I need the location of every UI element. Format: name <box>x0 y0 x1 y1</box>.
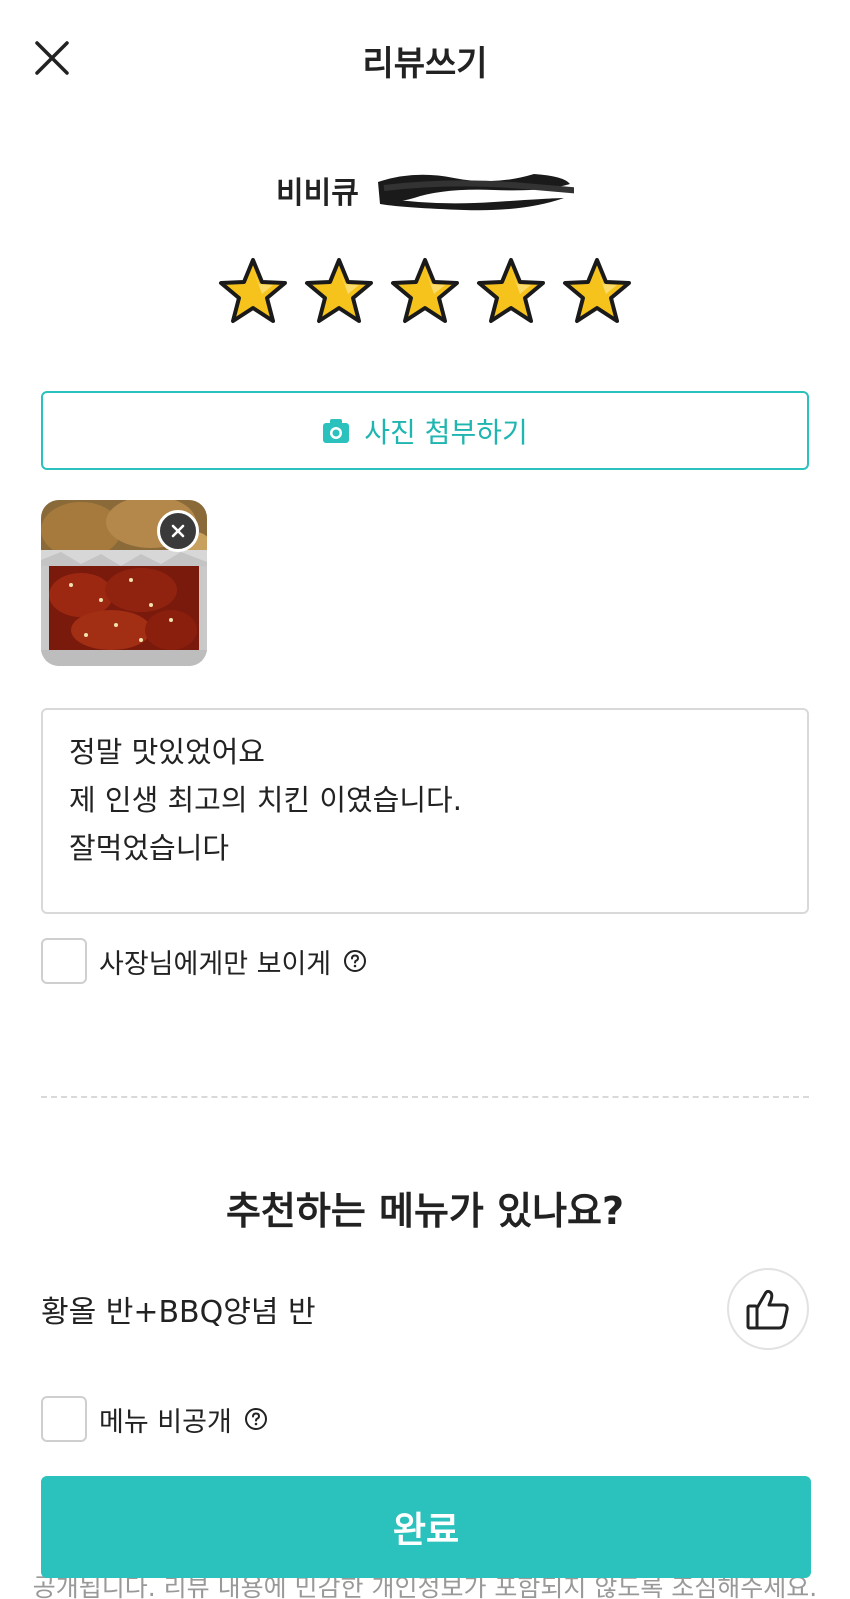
attach-photo-button[interactable]: 사진 첨부하기 <box>41 391 809 470</box>
review-line: 정말 맛있었어요 <box>69 735 265 769</box>
store-name-row: 비비큐 <box>0 168 850 228</box>
owner-only-option: 사장님에게만 보이게 <box>41 938 367 984</box>
page-title: 리뷰쓰기 <box>362 44 488 84</box>
review-line: 제 인생 최고의 치킨 이였습니다. <box>69 783 462 817</box>
submit-label: 완료 <box>392 1510 460 1551</box>
menu-private-checkbox[interactable] <box>41 1396 87 1442</box>
close-circle-icon <box>171 524 185 538</box>
help-icon[interactable] <box>244 1407 268 1431</box>
camera-icon <box>323 418 350 443</box>
star-5-icon[interactable] <box>561 255 633 327</box>
recommend-title: 추천하는 메뉴가 있나요? <box>225 1189 625 1233</box>
review-line: 잘먹었습니다 <box>69 831 230 865</box>
owner-only-checkbox[interactable] <box>41 938 87 984</box>
star-1-icon[interactable] <box>217 255 289 327</box>
recommend-like-button[interactable] <box>727 1268 809 1350</box>
menu-private-option: 메뉴 비공개 <box>41 1396 268 1442</box>
owner-only-label: 사장님에게만 보이게 <box>99 948 332 980</box>
thumbs-up-icon <box>746 1289 789 1330</box>
store-name: 비비큐 <box>276 176 359 211</box>
star-rating <box>0 255 850 327</box>
menu-private-label: 메뉴 비공개 <box>99 1406 232 1438</box>
star-2-icon[interactable] <box>303 255 375 327</box>
star-3-icon[interactable] <box>389 255 461 327</box>
remove-photo-button[interactable] <box>157 510 199 552</box>
star-4-icon[interactable] <box>475 255 547 327</box>
review-textarea[interactable]: 정말 맛있었어요 제 인생 최고의 치킨 이였습니다. 잘먹었습니다 <box>41 708 809 914</box>
header: 리뷰쓰기 <box>0 0 850 115</box>
redaction-scribble <box>377 174 574 211</box>
submit-button[interactable]: 완료 <box>41 1476 811 1578</box>
attach-photo-label: 사진 첨부하기 <box>364 415 528 449</box>
section-divider <box>41 1096 809 1098</box>
recommend-menu-item: 황올 반+BBQ양념 반 <box>41 1268 809 1350</box>
menu-name: 황올 반+BBQ양념 반 <box>41 1295 316 1330</box>
help-icon[interactable] <box>343 949 367 973</box>
